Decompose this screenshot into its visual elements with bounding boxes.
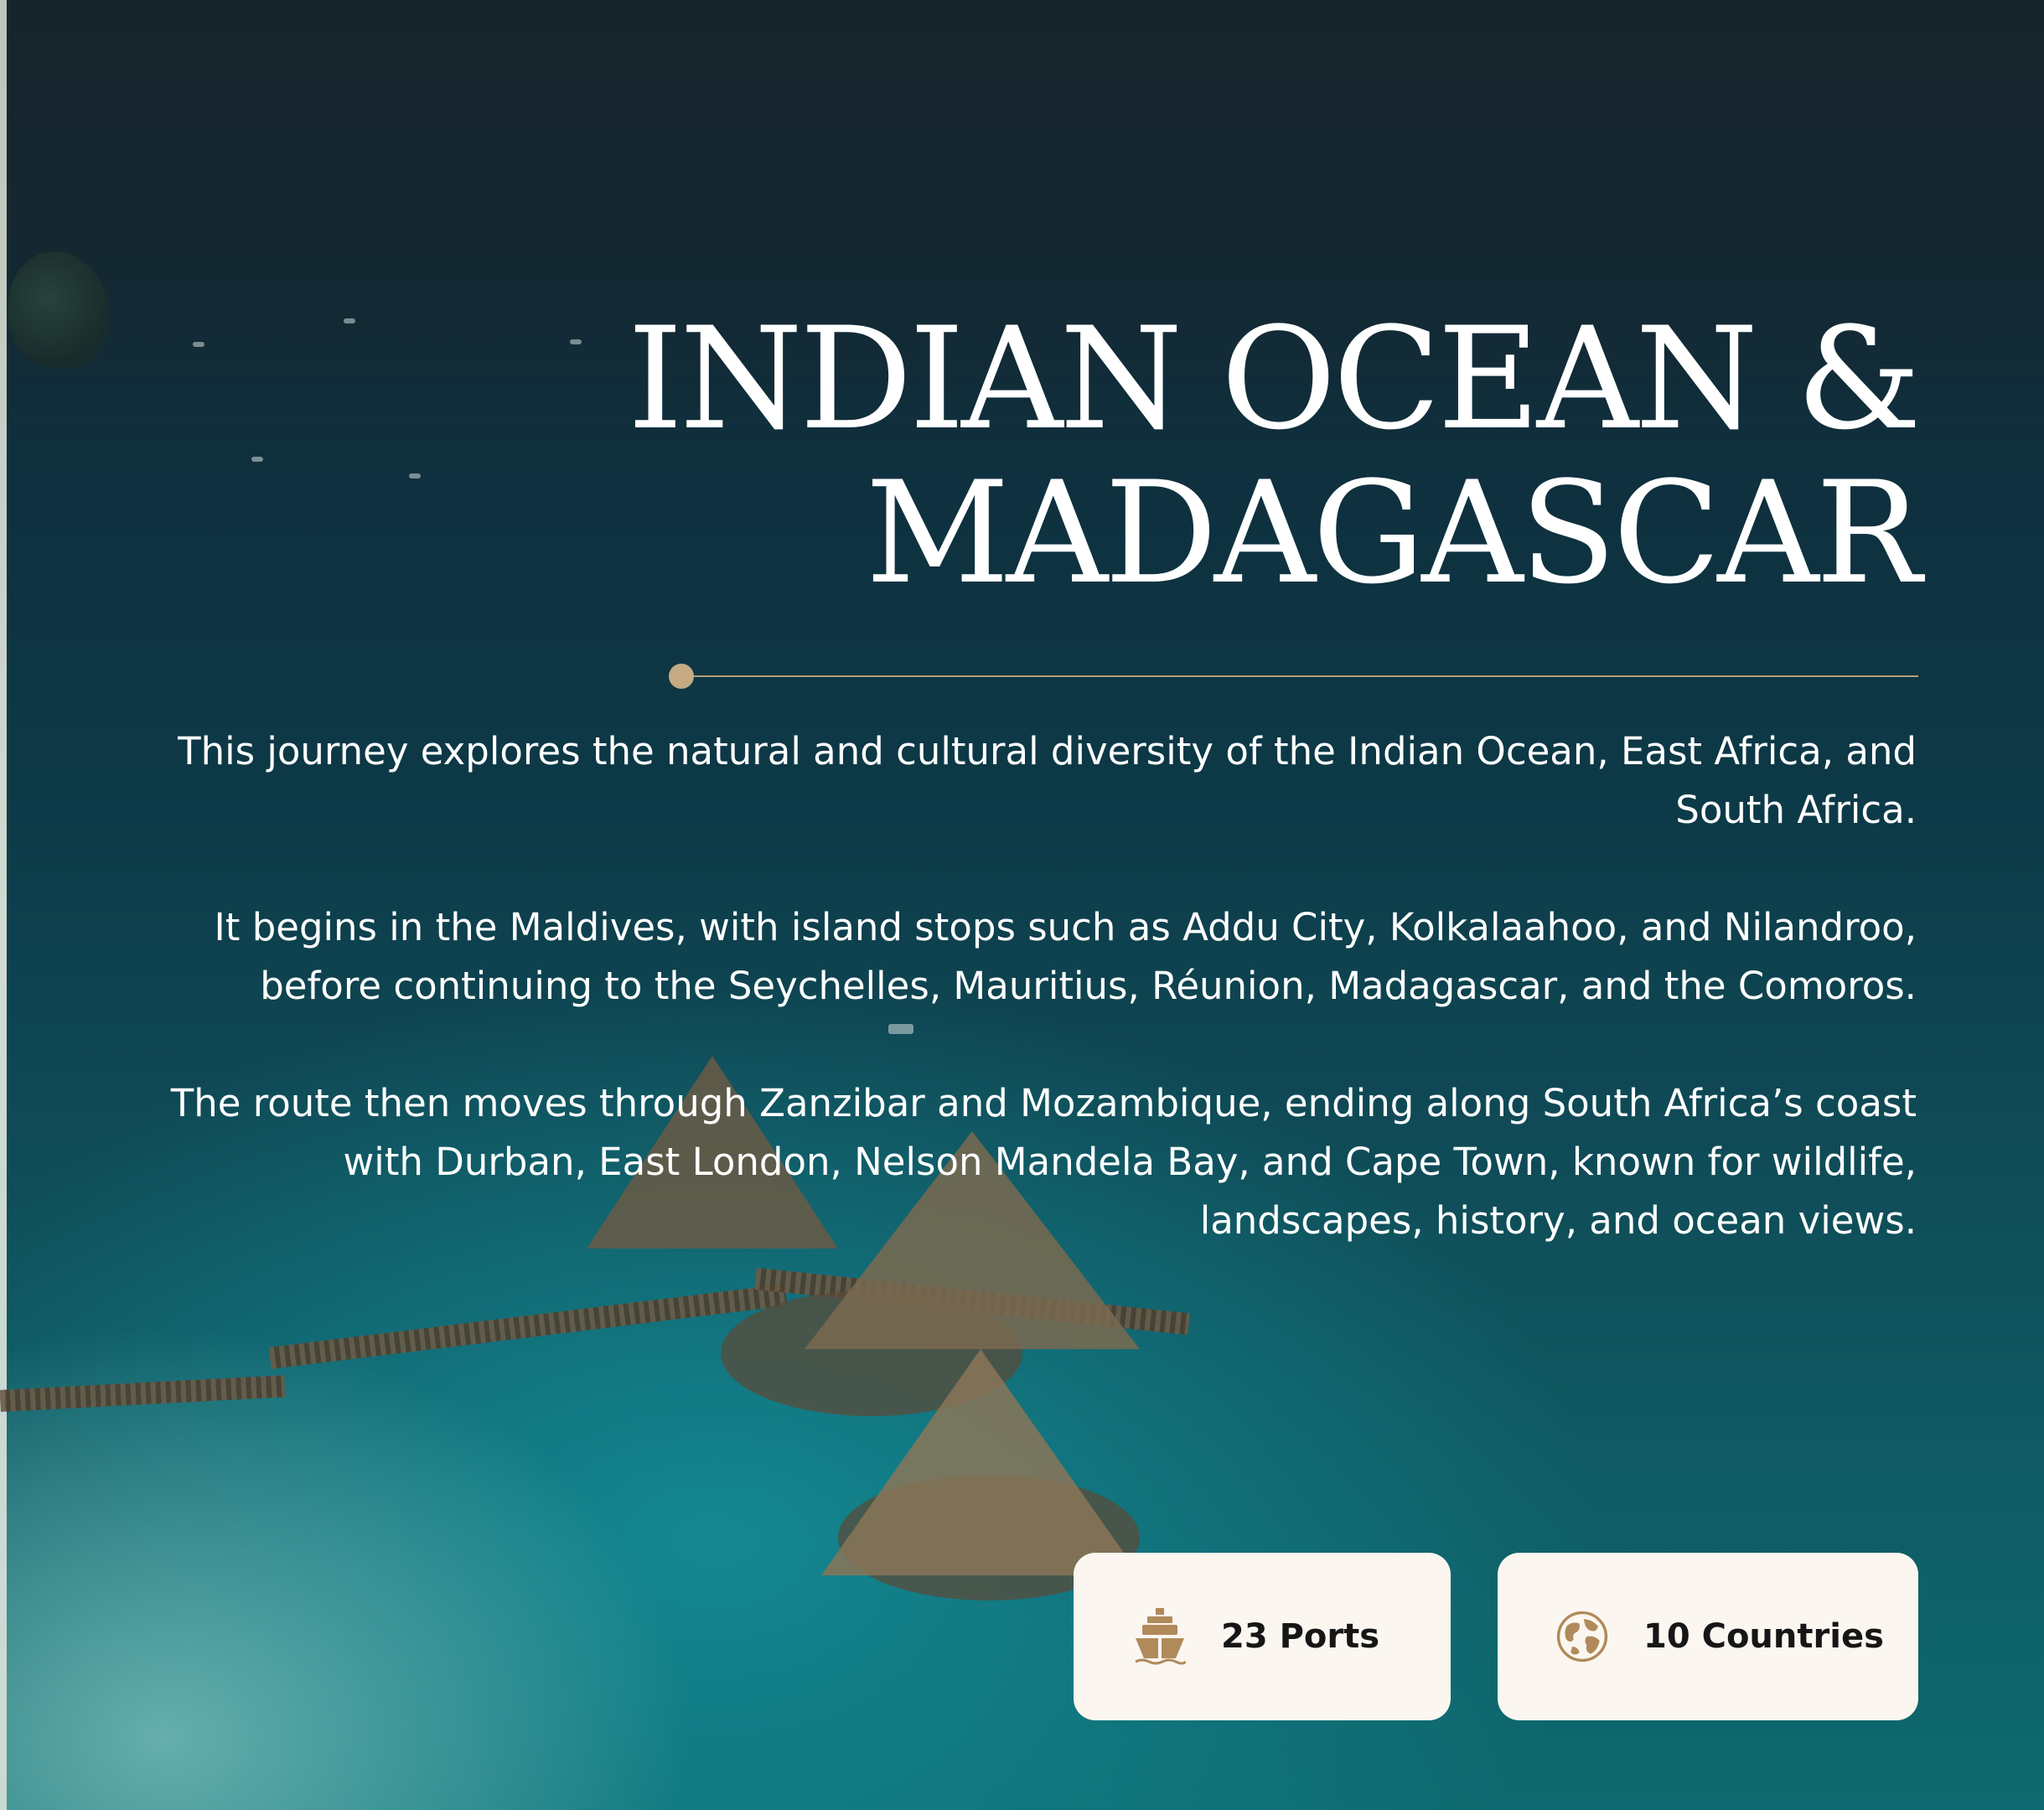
- description-paragraph: The route then moves through Zanzibar an…: [170, 1081, 1917, 1243]
- description-paragraph: This journey explores the natural and cu…: [178, 729, 1917, 832]
- countries-count: 10 Countries: [1643, 1617, 1884, 1656]
- globe-icon: [1556, 1606, 1608, 1667]
- description-paragraph: It begins in the Maldives, with island s…: [214, 905, 1917, 1008]
- title-line-2: MADAGASCAR: [865, 451, 1922, 615]
- countries-stat-card: 10 Countries: [1498, 1553, 1918, 1720]
- background-pier: [0, 1375, 286, 1412]
- title-line-1: INDIAN OCEAN &: [627, 297, 1922, 461]
- ship-icon: [1134, 1606, 1186, 1667]
- page-title: INDIAN OCEAN & MADAGASCAR: [75, 302, 1922, 610]
- ports-stat-card: 23 Ports: [1074, 1553, 1451, 1720]
- hero-heading: INDIAN OCEAN & MADAGASCAR: [75, 302, 1922, 610]
- hero-section: INDIAN OCEAN & MADAGASCAR This journey e…: [0, 0, 2044, 1810]
- background-roof: [821, 1349, 1140, 1575]
- divider-dot: [669, 664, 694, 689]
- ports-count: 23 Ports: [1221, 1617, 1380, 1656]
- description: This journey explores the natural and cu…: [115, 722, 1917, 1309]
- title-divider: [669, 664, 1918, 689]
